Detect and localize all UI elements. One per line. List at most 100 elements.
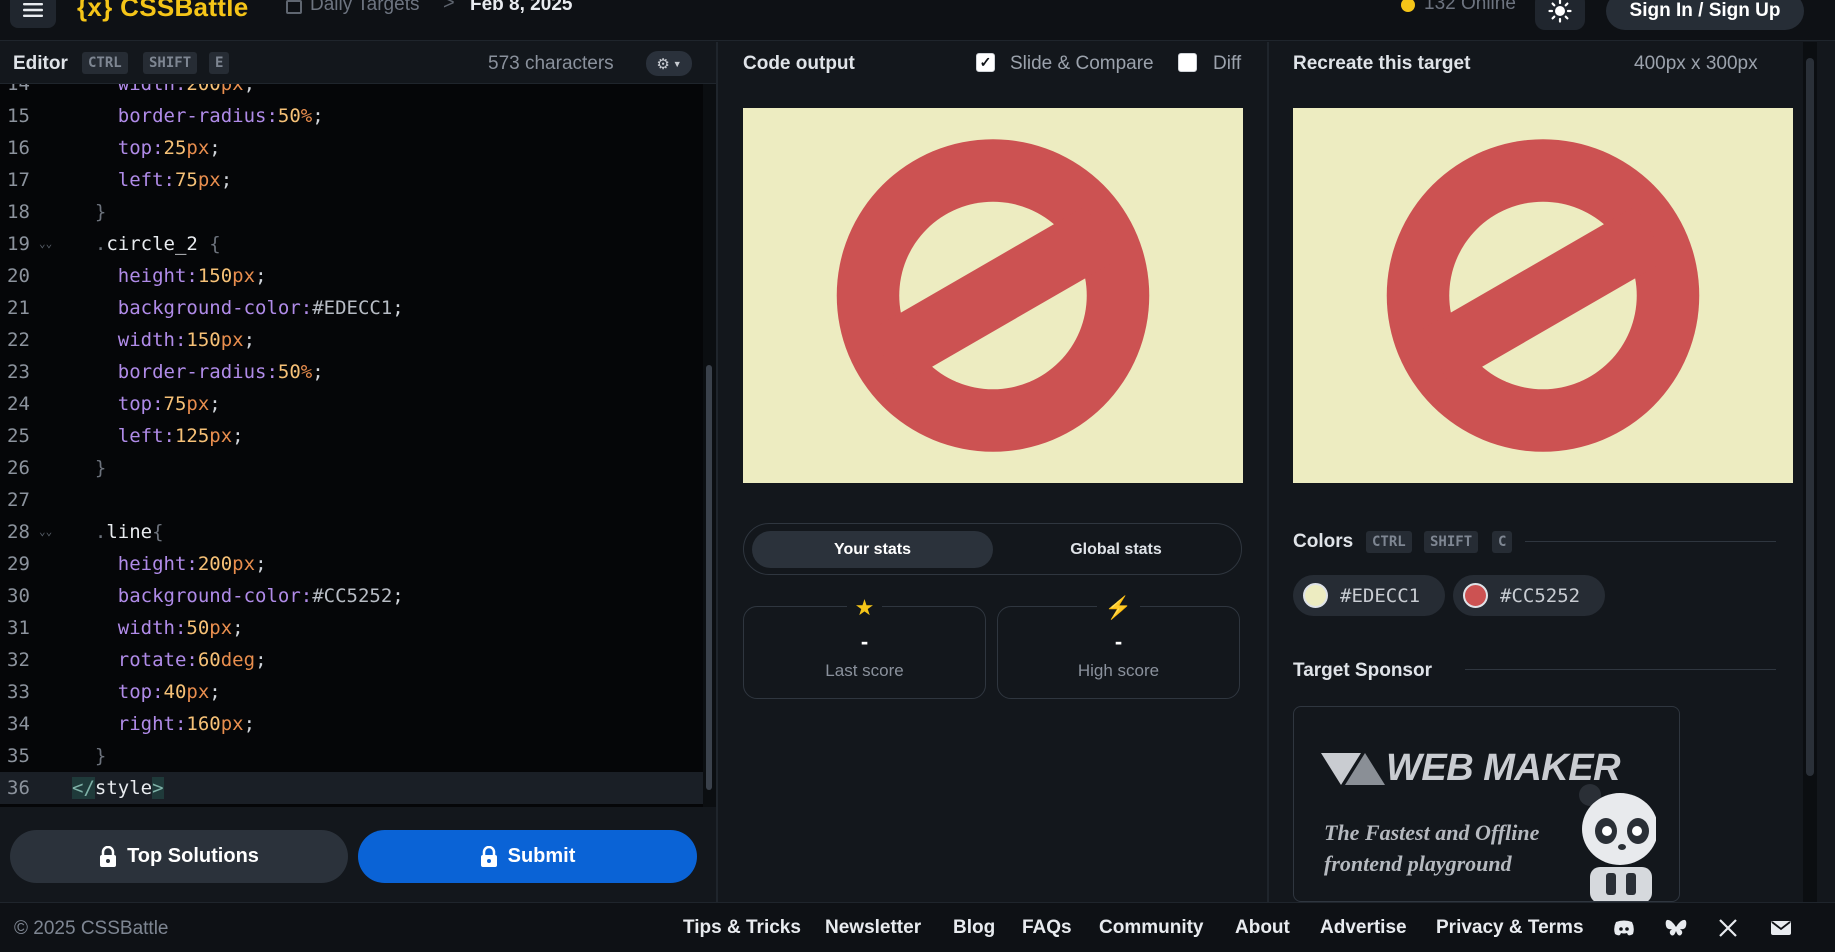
line-number: 15 <box>7 105 30 127</box>
diff-checkbox[interactable] <box>1178 53 1197 72</box>
code-token: ; <box>255 553 267 575</box>
code-token: % <box>300 105 313 127</box>
app-root: {x} CSSBattle Daily Targets > Feb 8, 202… <box>0 0 1835 952</box>
code-line[interactable]: 21 background-color:#EDECC1; <box>0 292 703 324</box>
line-number: 21 <box>7 297 30 319</box>
pane-divider[interactable] <box>716 42 718 902</box>
code-text: width:50px; <box>72 612 244 644</box>
submit-button[interactable]: Submit <box>358 830 697 883</box>
discord-icon[interactable] <box>1612 917 1636 939</box>
line-number: 25 <box>7 425 30 447</box>
code-token: height: <box>72 553 198 575</box>
breadcrumb-daily-targets[interactable]: Daily Targets <box>310 0 419 16</box>
editor-settings-button[interactable]: ⚙ ▼ <box>646 51 692 76</box>
footer-link-tips[interactable]: Tips & Tricks <box>683 917 801 939</box>
code-token: deg <box>220 649 256 671</box>
editor-header: Editor CTRL SHIFT E 573 characters ⚙ ▼ <box>0 42 716 84</box>
footer-link-community[interactable]: Community <box>1099 917 1204 939</box>
code-token: > <box>152 777 164 799</box>
code-line[interactable]: 17 left:75px; <box>0 164 703 196</box>
menu-button[interactable] <box>10 0 56 28</box>
caret-down-icon: ▼ <box>672 58 682 69</box>
code-line[interactable]: 19 ⌄⌄ .circle_2 { <box>0 228 703 260</box>
slide-compare-checkbox[interactable]: ✓ <box>976 53 995 72</box>
mail-icon[interactable] <box>1769 917 1793 939</box>
code-line[interactable]: 29 height:200px; <box>0 548 703 580</box>
code-line[interactable]: 25 left:125px; <box>0 420 703 452</box>
top-solutions-button[interactable]: Top Solutions <box>10 830 348 883</box>
footer-link-advertise[interactable]: Advertise <box>1320 917 1407 939</box>
high-score-card: ⚡ - High score <box>997 595 1240 699</box>
app-logo[interactable]: {x} CSSBattle <box>77 0 249 23</box>
line-number: 19 <box>7 233 30 255</box>
code-token: 50 <box>186 617 210 639</box>
slide-compare-label[interactable]: Slide & Compare <box>1010 53 1154 75</box>
code-output-preview[interactable] <box>743 108 1243 483</box>
code-line[interactable]: 20 height:150px; <box>0 260 703 292</box>
code-token: 125 <box>174 425 210 447</box>
code-token: px <box>186 681 210 703</box>
code-line[interactable]: 33 top:40px; <box>0 676 703 708</box>
webmaker-triangle-icon <box>1321 753 1385 785</box>
line-number: 33 <box>7 681 30 703</box>
footer-link-blog[interactable]: Blog <box>953 917 995 939</box>
sign-in-button[interactable]: Sign In / Sign Up <box>1606 0 1804 30</box>
right-scrollbar-thumb[interactable] <box>1806 58 1814 776</box>
code-line[interactable]: 35 } <box>0 740 703 772</box>
target-image[interactable] <box>1293 108 1793 483</box>
code-scrollbar-thumb[interactable] <box>706 365 712 790</box>
sun-icon <box>1548 0 1572 23</box>
line-number: 29 <box>7 553 30 575</box>
code-line[interactable]: 36 </style> <box>0 772 703 804</box>
code-line[interactable]: 16 top:25px; <box>0 132 703 164</box>
tab-global-stats[interactable]: Global stats <box>998 531 1234 568</box>
code-token: 40 <box>163 681 187 703</box>
bluesky-icon[interactable] <box>1664 917 1688 939</box>
code-token: border-radius: <box>72 361 278 383</box>
code-editor[interactable]: 14 width:200px; 15 border-radius:50%; 16 t… <box>0 84 703 807</box>
tab-your-stats[interactable]: Your stats <box>752 531 993 568</box>
footer-link-faqs[interactable]: FAQs <box>1022 917 1072 939</box>
code-token: right: <box>72 713 187 735</box>
x-twitter-icon[interactable] <box>1716 917 1740 939</box>
online-status-dot <box>1401 0 1415 12</box>
target-size: 400px x 300px <box>1634 53 1758 74</box>
footer-link-about[interactable]: About <box>1235 917 1290 939</box>
code-line[interactable]: 14 width:200px; <box>0 84 703 100</box>
footer-link-privacy[interactable]: Privacy & Terms <box>1436 917 1584 939</box>
line-number: 27 <box>7 489 30 511</box>
code-line[interactable]: 31 width:50px; <box>0 612 703 644</box>
code-line[interactable]: 24 top:75px; <box>0 388 703 420</box>
code-token: px <box>232 265 256 287</box>
code-token: 50 <box>277 361 301 383</box>
code-token: ; <box>209 393 221 415</box>
theme-toggle-button[interactable] <box>1535 0 1585 30</box>
sponsor-banner[interactable]: WEB MAKER The Fastest and Offline fronte… <box>1293 706 1680 902</box>
code-line[interactable]: 30 background-color:#CC5252; <box>0 580 703 612</box>
code-line[interactable]: 32 rotate:60deg; <box>0 644 703 676</box>
fold-arrow-icon[interactable]: ⌄⌄ <box>39 228 52 260</box>
sponsor-tagline: The Fastest and Offline frontend playgro… <box>1324 817 1539 879</box>
code-token: ; <box>220 169 233 191</box>
color-swatch-2[interactable]: #CC5252 <box>1453 575 1605 616</box>
line-number: 36 <box>7 777 30 799</box>
pane-divider-right[interactable] <box>1267 42 1269 902</box>
code-line[interactable]: 22 width:150px; <box>0 324 703 356</box>
diff-label[interactable]: Diff <box>1213 53 1241 75</box>
panda-mascot-icon <box>1579 784 1656 901</box>
color-swatch-1[interactable]: #EDECC1 <box>1293 575 1445 616</box>
footer-link-newsletter[interactable]: Newsletter <box>825 917 921 939</box>
code-line[interactable]: 15 border-radius:50%; <box>0 100 703 132</box>
code-token: px <box>186 393 210 415</box>
code-line[interactable]: 26 } <box>0 452 703 484</box>
code-line[interactable]: 34 right:160px; <box>0 708 703 740</box>
code-token: 200 <box>186 84 221 95</box>
code-token: { <box>209 233 221 255</box>
code-line[interactable]: 28 ⌄⌄ .line{ <box>0 516 703 548</box>
code-line[interactable]: 23 border-radius:50%; <box>0 356 703 388</box>
code-text: width:200px; <box>72 84 255 100</box>
code-line[interactable]: 18 } <box>0 196 703 228</box>
code-token: } <box>72 201 107 223</box>
code-line[interactable]: 27 <box>0 484 703 516</box>
fold-arrow-icon[interactable]: ⌄⌄ <box>39 516 52 548</box>
